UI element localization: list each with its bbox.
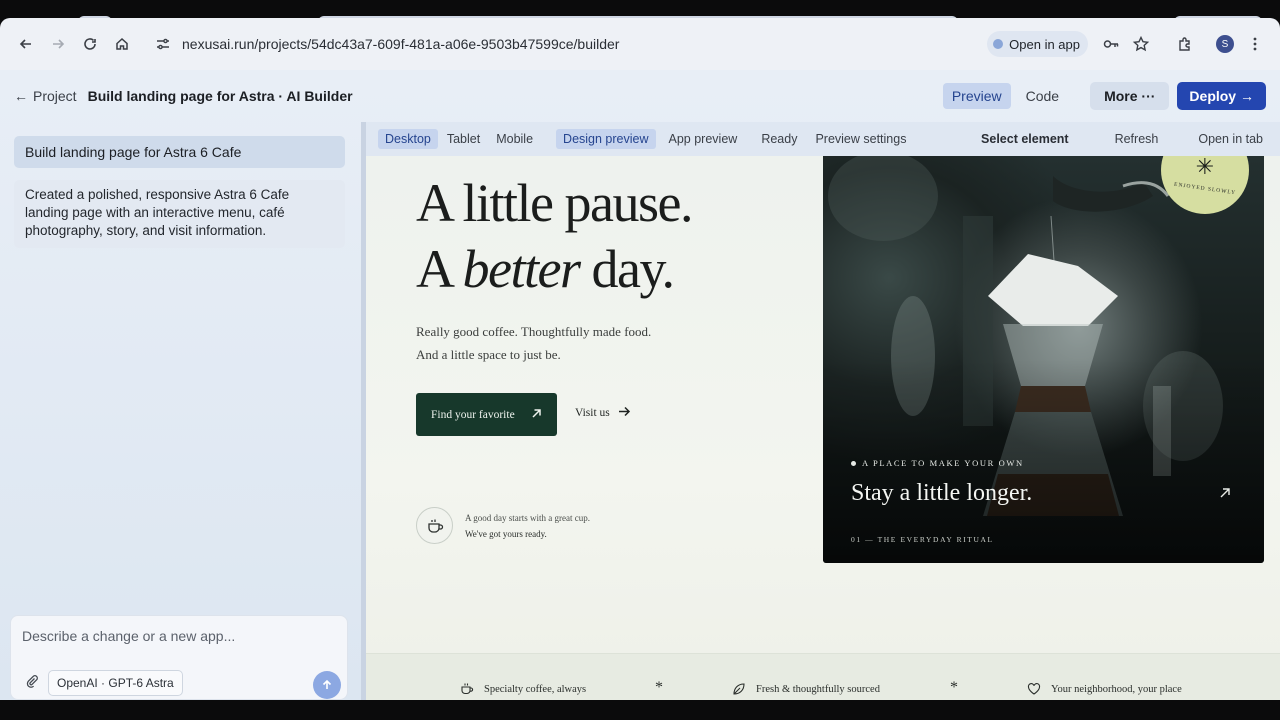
photo-title: Stay a little longer. <box>851 480 1033 506</box>
open-in-app-label: Open in app <box>1009 36 1080 52</box>
attach-icon[interactable] <box>25 674 39 693</box>
model-selector[interactable]: OpenAI · GPT-6 Astra <box>48 670 183 696</box>
visit-us-link[interactable]: Visit us <box>575 406 631 420</box>
arrow-up-right-icon[interactable] <box>1219 486 1231 504</box>
back-label: Project <box>33 88 77 104</box>
reload-icon[interactable] <box>74 28 106 60</box>
photo-meta: 01 — THE EVERYDAY RITUAL <box>851 535 994 544</box>
hero-heading: A little pause. A better day. <box>416 170 693 302</box>
leaf-icon <box>732 682 746 696</box>
arrow-up-right-icon <box>531 408 542 422</box>
prompt-input[interactable]: Describe a change or a new app... <box>22 628 235 644</box>
back-to-project-link[interactable]: ← Project <box>14 88 77 104</box>
feature-neighborhood: Your neighborhood, your place <box>1027 682 1182 696</box>
photo-eyebrow: A PLACE TO MAKE YOUR OWN <box>851 458 1024 468</box>
cup-icon <box>460 682 474 696</box>
hero-line-2: A better day. <box>416 239 675 299</box>
bullet-dot <box>851 460 856 466</box>
feature-specialty-coffee: Specialty coffee, always <box>460 682 586 696</box>
arrow-right-icon <box>618 406 631 420</box>
back-icon[interactable] <box>10 28 42 60</box>
asterisk-separator: * <box>950 679 958 696</box>
mode-design-preview[interactable]: Design preview <box>556 129 656 149</box>
chat-panel: Build landing page for Astra 6 Cafe Crea… <box>0 122 360 700</box>
profile-avatar[interactable]: S <box>1210 29 1240 59</box>
tab-preview[interactable]: Preview <box>942 83 1011 109</box>
forward-icon[interactable] <box>42 28 74 60</box>
find-favorite-button[interactable]: Find your favorite <box>416 393 557 436</box>
extensions-icon[interactable] <box>1170 29 1200 59</box>
browser-toolbar: nexusai.run/projects/54dc43a7-609f-481a-… <box>0 18 1280 70</box>
asterisk-separator: * <box>655 679 663 696</box>
mode-app-preview[interactable]: App preview <box>662 129 745 149</box>
arrow-left-icon: ← <box>14 88 28 104</box>
device-desktop[interactable]: Desktop <box>378 129 438 149</box>
device-tablet[interactable]: Tablet <box>440 129 487 149</box>
chat-composer[interactable]: Describe a change or a new app... OpenAI… <box>10 615 348 700</box>
select-element-button[interactable]: Select element <box>974 129 1076 149</box>
asterisk-icon: ✳ <box>1195 156 1215 179</box>
feature-fresh-sourced: Fresh & thoughtfully sourced <box>732 682 880 696</box>
send-button[interactable] <box>313 671 341 699</box>
status-ready: Ready <box>761 132 798 146</box>
preview-toolbar: Desktop Tablet Mobile Design preview App… <box>366 122 1280 156</box>
cta-label: Find your favorite <box>431 408 515 421</box>
refresh-button[interactable]: Refresh <box>1108 129 1166 149</box>
arrow-up-icon <box>322 679 332 689</box>
project-title: Build landing page for Astra · AI Builde… <box>87 88 353 104</box>
tab-code[interactable]: Code <box>1017 83 1068 109</box>
builder-app: ← Project Build landing page for Astra ·… <box>0 70 1280 700</box>
bookmark-star-icon[interactable] <box>1126 29 1156 59</box>
open-in-tab-button[interactable]: Open in tab <box>1191 129 1270 149</box>
app-header: ← Project Build landing page for Astra ·… <box>0 70 1280 122</box>
address-bar[interactable]: nexusai.run/projects/54dc43a7-609f-481a-… <box>142 26 987 62</box>
feature-strip: Specialty coffee, always * Fresh & thoug… <box>366 653 1280 700</box>
more-button[interactable]: More ··· <box>1090 82 1170 110</box>
assistant-message: Created a polished, responsive Astra 6 C… <box>14 180 345 248</box>
header-actions: Preview Code More ··· Deploy → <box>942 82 1266 110</box>
url-text[interactable]: nexusai.run/projects/54dc43a7-609f-481a-… <box>182 36 619 52</box>
hero-subtext: Really good coffee. Thoughtfully made fo… <box>416 324 652 362</box>
hero-line-1: A little pause. <box>416 173 693 233</box>
site-settings-icon[interactable] <box>150 36 176 52</box>
app-icon <box>993 39 1004 49</box>
coffee-cup-icon <box>416 507 453 544</box>
user-message: Build landing page for Astra 6 Cafe <box>14 136 345 168</box>
deploy-button[interactable]: Deploy → <box>1177 82 1266 110</box>
heart-icon <box>1027 682 1041 696</box>
preview-settings[interactable]: Preview settings <box>808 129 913 149</box>
key-icon[interactable] <box>1096 29 1126 59</box>
open-in-app-button[interactable]: Open in app <box>987 31 1088 57</box>
site-preview: A little pause. A better day. Really goo… <box>366 156 1280 700</box>
browser-menu-icon[interactable] <box>1240 29 1270 59</box>
cafe-photo-card[interactable]: ✳ ENJOYED SLOWLY A PLACE TO MAKE YOUR OW… <box>823 156 1264 563</box>
cup-note: A good day starts with a great cup. We'v… <box>465 513 590 539</box>
home-icon[interactable] <box>106 28 138 60</box>
screen-bottom-edge <box>0 700 1280 720</box>
device-mobile[interactable]: Mobile <box>489 129 540 149</box>
